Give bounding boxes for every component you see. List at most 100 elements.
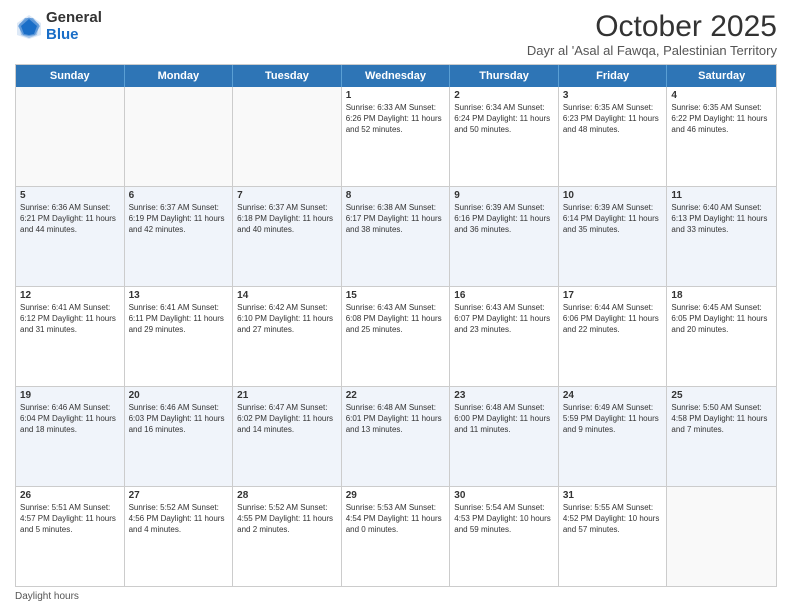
empty-cell [667, 487, 776, 586]
day-number-21: 21 [237, 390, 337, 401]
day-number-18: 18 [671, 290, 772, 301]
cell-info-30: Sunrise: 5:54 AM Sunset: 4:53 PM Dayligh… [454, 503, 554, 535]
day-headers: Sunday Monday Tuesday Wednesday Thursday… [16, 65, 776, 87]
cell-info-2: Sunrise: 6:34 AM Sunset: 6:24 PM Dayligh… [454, 103, 554, 135]
calendar-row-3: 12 Sunrise: 6:41 AM Sunset: 6:12 PM Dayli… [16, 287, 776, 387]
day-number-9: 9 [454, 190, 554, 201]
calendar-row-4: 19 Sunrise: 6:46 AM Sunset: 6:04 PM Dayli… [16, 387, 776, 487]
cell-8: 8 Sunrise: 6:38 AM Sunset: 6:17 PM Daylig… [342, 187, 451, 286]
day-number-7: 7 [237, 190, 337, 201]
cell-7: 7 Sunrise: 6:37 AM Sunset: 6:18 PM Daylig… [233, 187, 342, 286]
cell-info-27: Sunrise: 5:52 AM Sunset: 4:56 PM Dayligh… [129, 503, 229, 535]
cell-1: 1 Sunrise: 6:33 AM Sunset: 6:26 PM Daylig… [342, 87, 451, 186]
day-number-1: 1 [346, 90, 446, 101]
day-number-14: 14 [237, 290, 337, 301]
cell-info-9: Sunrise: 6:39 AM Sunset: 6:16 PM Dayligh… [454, 203, 554, 235]
day-number-4: 4 [671, 90, 772, 101]
day-number-10: 10 [563, 190, 663, 201]
cell-17: 17Sunrise: 6:44 AM Sunset: 6:06 PM Dayli… [559, 287, 668, 386]
cell-info-13: Sunrise: 6:41 AM Sunset: 6:11 PM Dayligh… [129, 303, 229, 335]
day-number-28: 28 [237, 490, 337, 501]
cell-info-11: Sunrise: 6:40 AM Sunset: 6:13 PM Dayligh… [671, 203, 772, 235]
cell-info-12: Sunrise: 6:41 AM Sunset: 6:12 PM Dayligh… [20, 303, 120, 335]
empty-cell [125, 87, 234, 186]
cell-5: 5Sunrise: 6:36 AM Sunset: 6:21 PM Daylig… [16, 187, 125, 286]
title-section: October 2025 Dayr al 'Asal al Fawqa, Pal… [527, 10, 777, 58]
cell-24: 24 Sunrise: 6:49 AM Sunset: 5:59 PM Dayli… [559, 387, 668, 486]
day-number-27: 27 [129, 490, 229, 501]
cell-info-1: Sunrise: 6:33 AM Sunset: 6:26 PM Dayligh… [346, 103, 446, 135]
logo-general-text: General [46, 10, 102, 27]
calendar: Sunday Monday Tuesday Wednesday Thursday… [15, 64, 777, 587]
cell-info-5: Sunrise: 6:36 AM Sunset: 6:21 PM Dayligh… [20, 203, 120, 235]
cell-16: 16 Sunrise: 6:43 AM Sunset: 6:07 PM Dayli… [450, 287, 559, 386]
header-friday: Friday [559, 65, 668, 87]
cell-30: 30Sunrise: 5:54 AM Sunset: 4:53 PM Dayli… [450, 487, 559, 586]
cell-info-23: Sunrise: 6:48 AM Sunset: 6:00 PM Dayligh… [454, 403, 554, 435]
cell-28: 28 Sunrise: 5:52 AM Sunset: 4:55 PM Dayli… [233, 487, 342, 586]
day-number-31: 31 [563, 490, 663, 501]
cell-14: 14 Sunrise: 6:42 AM Sunset: 6:10 PM Dayli… [233, 287, 342, 386]
cell-info-7: Sunrise: 6:37 AM Sunset: 6:18 PM Dayligh… [237, 203, 337, 235]
day-number-12: 12 [20, 290, 120, 301]
cell-4: 4 Sunrise: 6:35 AM Sunset: 6:22 PM Daylig… [667, 87, 776, 186]
location-subtitle: Dayr al 'Asal al Fawqa, Palestinian Terr… [527, 43, 777, 58]
day-number-2: 2 [454, 90, 554, 101]
cell-29: 29Sunrise: 5:53 AM Sunset: 4:54 PM Dayli… [342, 487, 451, 586]
day-number-16: 16 [454, 290, 554, 301]
cell-info-28: Sunrise: 5:52 AM Sunset: 4:55 PM Dayligh… [237, 503, 337, 535]
cell-31: 31Sunrise: 5:55 AM Sunset: 4:52 PM Dayli… [559, 487, 668, 586]
cell-info-29: Sunrise: 5:53 AM Sunset: 4:54 PM Dayligh… [346, 503, 446, 535]
day-number-3: 3 [563, 90, 663, 101]
cell-info-22: Sunrise: 6:48 AM Sunset: 6:01 PM Dayligh… [346, 403, 446, 435]
cell-info-25: Sunrise: 5:50 AM Sunset: 4:58 PM Dayligh… [671, 403, 772, 435]
calendar-body: 1 Sunrise: 6:33 AM Sunset: 6:26 PM Daylig… [16, 87, 776, 586]
cell-info-16: Sunrise: 6:43 AM Sunset: 6:07 PM Dayligh… [454, 303, 554, 335]
empty-cell [16, 87, 125, 186]
logo-blue-text: Blue [46, 27, 102, 44]
cell-2: 2 Sunrise: 6:34 AM Sunset: 6:24 PM Daylig… [450, 87, 559, 186]
day-number-6: 6 [129, 190, 229, 201]
header-tuesday: Tuesday [233, 65, 342, 87]
cell-9: 9 Sunrise: 6:39 AM Sunset: 6:16 PM Daylig… [450, 187, 559, 286]
cell-info-18: Sunrise: 6:45 AM Sunset: 6:05 PM Dayligh… [671, 303, 772, 335]
cell-info-15: Sunrise: 6:43 AM Sunset: 6:08 PM Dayligh… [346, 303, 446, 335]
header-wednesday: Wednesday [342, 65, 451, 87]
cell-info-10: Sunrise: 6:39 AM Sunset: 6:14 PM Dayligh… [563, 203, 663, 235]
day-number-19: 19 [20, 390, 120, 401]
day-number-15: 15 [346, 290, 446, 301]
cell-21: 21 Sunrise: 6:47 AM Sunset: 6:02 PM Dayli… [233, 387, 342, 486]
calendar-row-1: 1 Sunrise: 6:33 AM Sunset: 6:26 PM Daylig… [16, 87, 776, 187]
cell-10: 10 Sunrise: 6:39 AM Sunset: 6:14 PM Dayli… [559, 187, 668, 286]
cell-info-14: Sunrise: 6:42 AM Sunset: 6:10 PM Dayligh… [237, 303, 337, 335]
cell-25: 25 Sunrise: 5:50 AM Sunset: 4:58 PM Dayli… [667, 387, 776, 486]
day-number-25: 25 [671, 390, 772, 401]
cell-18: 18 Sunrise: 6:45 AM Sunset: 6:05 PM Dayli… [667, 287, 776, 386]
cell-info-4: Sunrise: 6:35 AM Sunset: 6:22 PM Dayligh… [671, 103, 772, 135]
day-number-24: 24 [563, 390, 663, 401]
day-number-22: 22 [346, 390, 446, 401]
cell-12: 12 Sunrise: 6:41 AM Sunset: 6:12 PM Dayli… [16, 287, 125, 386]
cell-info-21: Sunrise: 6:47 AM Sunset: 6:02 PM Dayligh… [237, 403, 337, 435]
cell-info-3: Sunrise: 6:35 AM Sunset: 6:23 PM Dayligh… [563, 103, 663, 135]
header-sunday: Sunday [16, 65, 125, 87]
day-number-8: 8 [346, 190, 446, 201]
cell-20: 20 Sunrise: 6:46 AM Sunset: 6:03 PM Dayli… [125, 387, 234, 486]
cell-3: 3 Sunrise: 6:35 AM Sunset: 6:23 PM Daylig… [559, 87, 668, 186]
cell-11: 11 Sunrise: 6:40 AM Sunset: 6:13 PM Dayli… [667, 187, 776, 286]
day-number-26: 26 [20, 490, 120, 501]
cell-19: 19 Sunrise: 6:46 AM Sunset: 6:04 PM Dayli… [16, 387, 125, 486]
cell-info-20: Sunrise: 6:46 AM Sunset: 6:03 PM Dayligh… [129, 403, 229, 435]
header-thursday: Thursday [450, 65, 559, 87]
cell-23: 23Sunrise: 6:48 AM Sunset: 6:00 PM Dayli… [450, 387, 559, 486]
calendar-row-2: 5Sunrise: 6:36 AM Sunset: 6:21 PM Daylig… [16, 187, 776, 287]
header-saturday: Saturday [667, 65, 776, 87]
cell-22: 22 Sunrise: 6:48 AM Sunset: 6:01 PM Dayli… [342, 387, 451, 486]
cell-info-24: Sunrise: 6:49 AM Sunset: 5:59 PM Dayligh… [563, 403, 663, 435]
cell-info-6: Sunrise: 6:37 AM Sunset: 6:19 PM Dayligh… [129, 203, 229, 235]
cell-info-19: Sunrise: 6:46 AM Sunset: 6:04 PM Dayligh… [20, 403, 120, 435]
calendar-row-5: 26Sunrise: 5:51 AM Sunset: 4:57 PM Dayli… [16, 487, 776, 586]
cell-info-8: Sunrise: 6:38 AM Sunset: 6:17 PM Dayligh… [346, 203, 446, 235]
day-number-20: 20 [129, 390, 229, 401]
day-number-11: 11 [671, 190, 772, 201]
